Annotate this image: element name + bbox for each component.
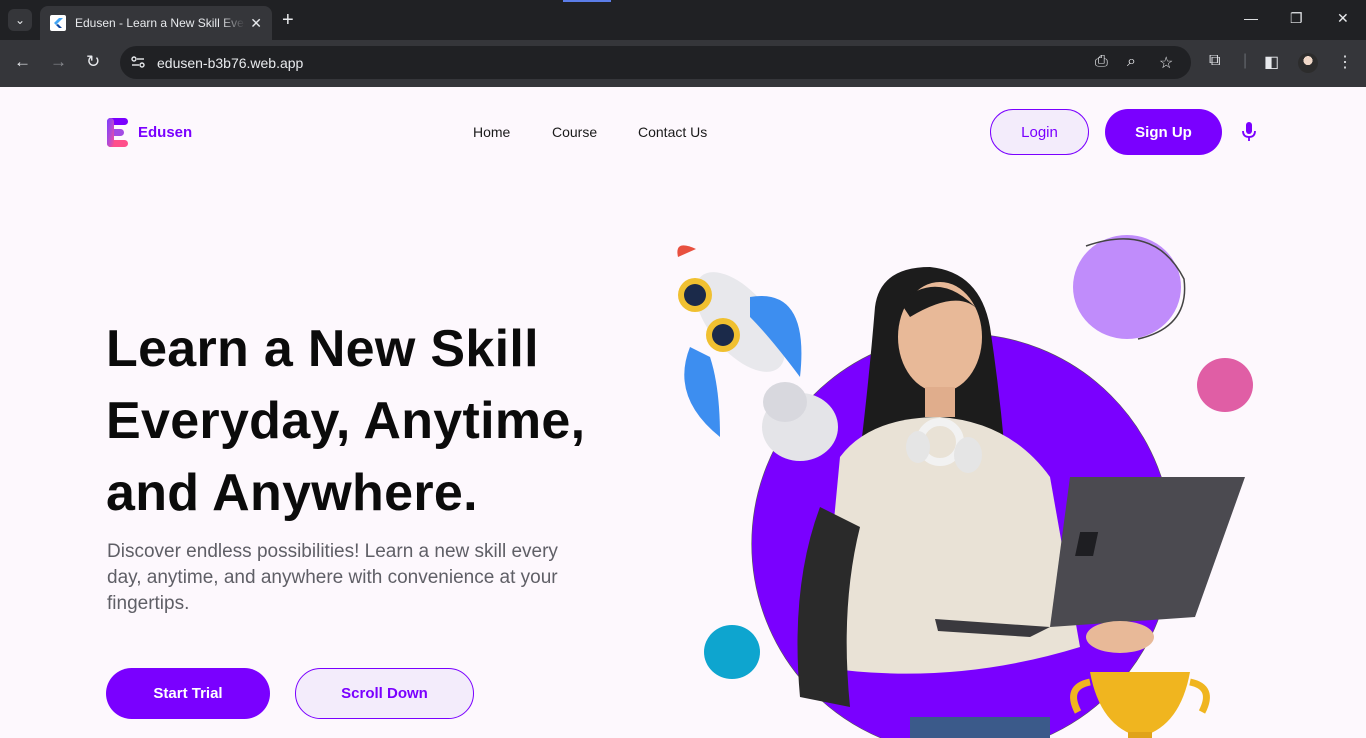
headline-line-2: Everyday, Anytime,	[106, 392, 586, 450]
signup-button[interactable]: Sign Up	[1105, 109, 1222, 155]
lavender-blob	[1073, 235, 1181, 339]
brand-name: Edusen	[138, 124, 193, 141]
microphone-icon[interactable]	[1240, 121, 1258, 143]
rocket-icon	[677, 245, 838, 461]
login-button[interactable]: Login	[990, 109, 1089, 155]
hero-illustration	[677, 235, 1253, 738]
install-app-icon[interactable]: ⎙	[1095, 53, 1108, 71]
star-icon[interactable]: ☆	[1159, 53, 1173, 73]
puzzle-icon[interactable]: ⧉	[1209, 52, 1220, 70]
scroll-down-button[interactable]: Scroll Down	[295, 668, 474, 719]
brand-logo[interactable]: Edusen	[107, 118, 192, 147]
zoom-icon[interactable]: ⌕	[1127, 53, 1136, 71]
profile-avatar[interactable]	[1298, 53, 1318, 73]
arrow-right-icon[interactable]: →	[50, 52, 67, 72]
browser-tab-active[interactable]: Edusen - Learn a New Skill Everyday ✕	[40, 6, 272, 40]
arrow-left-icon[interactable]: ←	[14, 52, 31, 72]
window-close-icon[interactable]: ✕	[1337, 10, 1349, 27]
nav-home-link[interactable]: Home	[473, 124, 510, 140]
kebab-menu-icon[interactable]: ⋮	[1337, 52, 1353, 72]
nav-course-link[interactable]: Course	[552, 124, 597, 140]
url-text[interactable]: edusen-b3b76.web.app	[157, 55, 303, 71]
chevron-down-icon: ⌄	[14, 13, 26, 27]
new-tab-button[interactable]: +	[282, 9, 294, 31]
headline-line-3: and Anywhere.	[106, 464, 478, 522]
start-trial-button[interactable]: Start Trial	[106, 668, 270, 719]
reload-icon[interactable]: ↻	[86, 52, 100, 72]
address-bar[interactable]: edusen-b3b76.web.app ⎙ ⌕ ☆	[120, 46, 1191, 79]
tab-title: Edusen - Learn a New Skill Everyday	[75, 16, 245, 30]
browser-tab-strip: ⌄ Edusen - Learn a New Skill Everyday ✕ …	[0, 0, 1366, 40]
headline-line-1: Learn a New Skill	[106, 320, 539, 378]
tab-strip-accent	[563, 0, 611, 2]
teal-blob	[704, 625, 760, 679]
tab-close-icon[interactable]: ✕	[250, 15, 262, 32]
browser-toolbar: ← → ↻ edusen-b3b76.web.app ⎙ ⌕ ☆ ⧉ | ◧ ⋮	[0, 40, 1366, 87]
brand-logo-icon	[107, 118, 128, 147]
nav-contact-link[interactable]: Contact Us	[638, 124, 707, 140]
minimize-icon[interactable]: —	[1244, 10, 1258, 26]
side-panel-icon[interactable]: ◧	[1264, 52, 1279, 72]
restore-icon[interactable]: ❐	[1290, 10, 1303, 27]
hero-description: Discover endless possibilities! Learn a …	[107, 541, 558, 614]
tune-icon[interactable]	[130, 54, 146, 70]
flutter-favicon-icon	[50, 15, 66, 31]
hero-headline: Learn a New Skill Everyday, Anytime, and…	[106, 313, 585, 529]
pink-blob	[1197, 358, 1253, 412]
toolbar-divider: |	[1243, 52, 1248, 69]
web-page: Edusen Home Course Contact Us Login Sign…	[0, 87, 1366, 738]
tab-list-button[interactable]: ⌄	[8, 9, 32, 31]
